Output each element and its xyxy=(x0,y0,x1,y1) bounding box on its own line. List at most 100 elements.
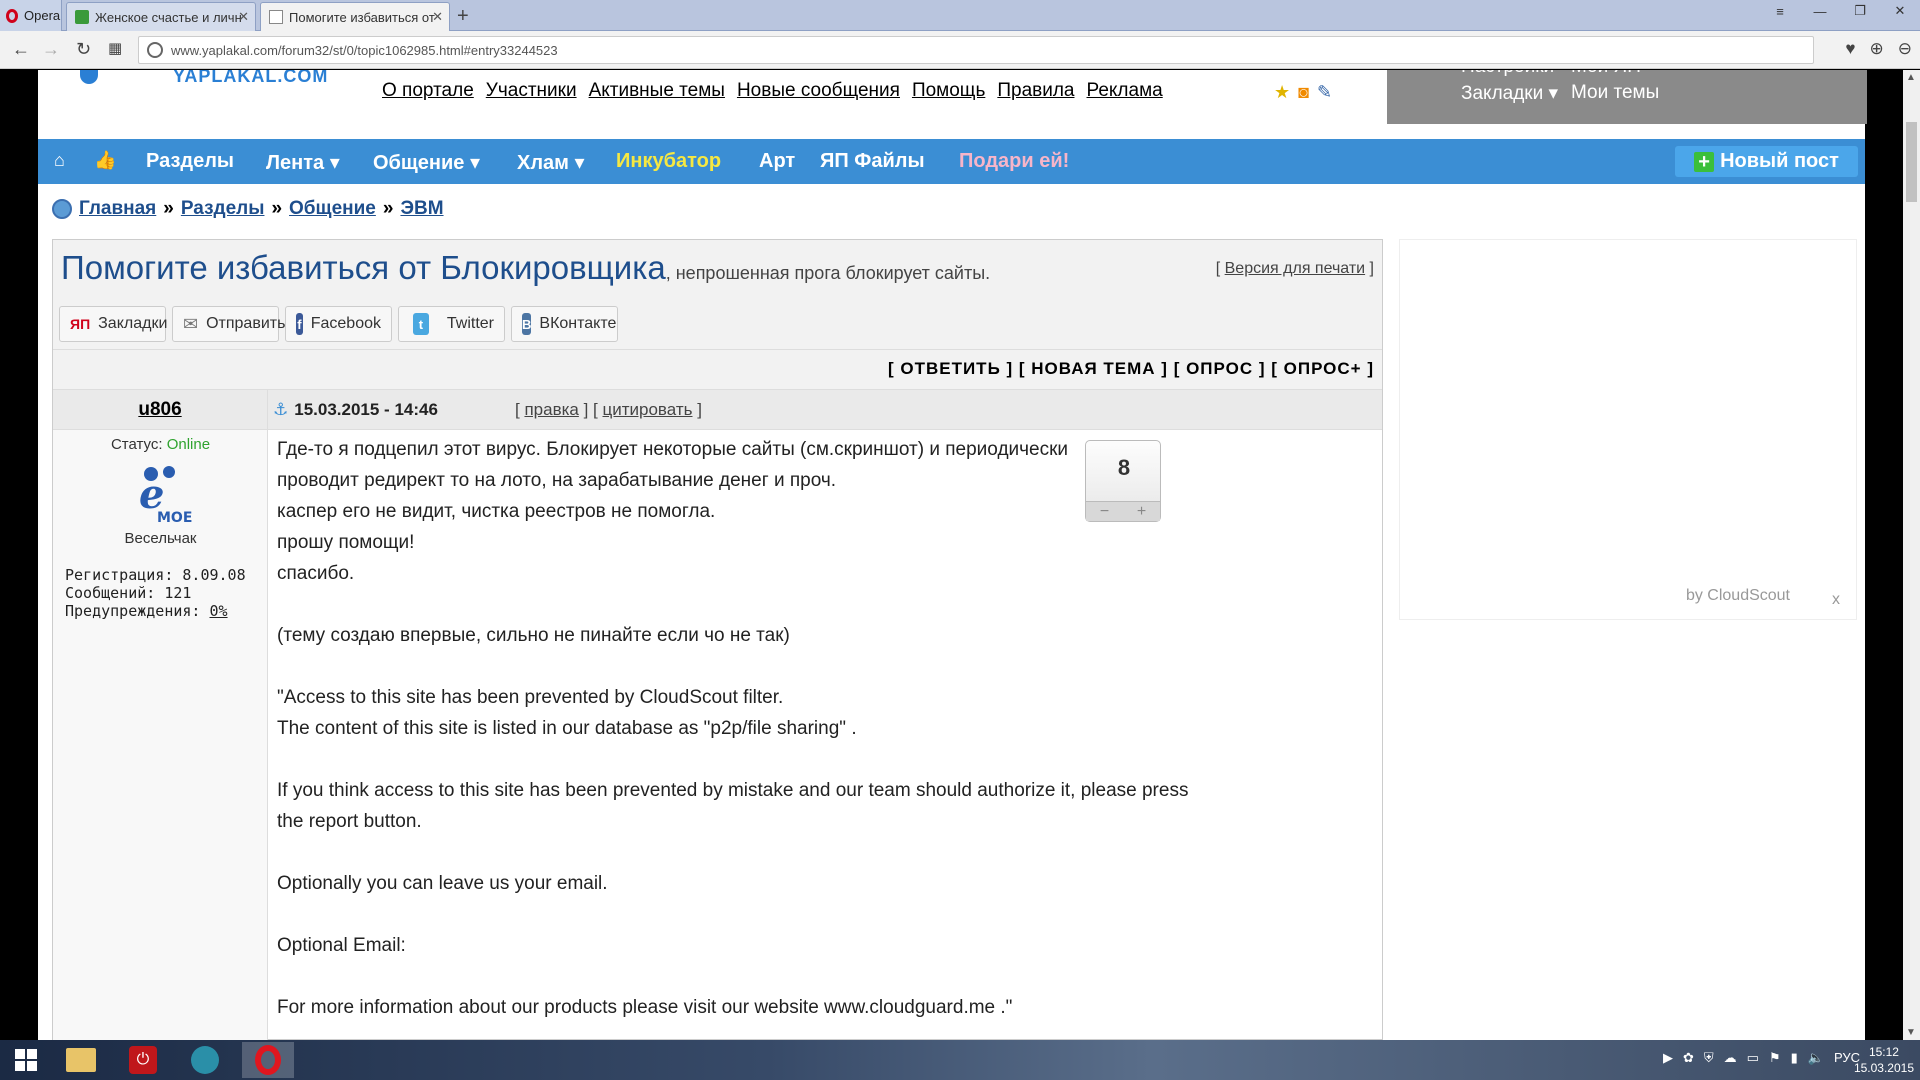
speed-dial-icon[interactable]: ▦ xyxy=(108,39,122,57)
tab-menu-icon[interactable]: ≡ xyxy=(1760,0,1800,22)
restore-icon[interactable]: ❐ xyxy=(1840,0,1880,22)
my-topics-link[interactable]: Мои темы xyxy=(1571,82,1659,104)
top-link[interactable]: Активные темы xyxy=(589,80,725,102)
quote-link[interactable]: цитировать xyxy=(603,400,693,419)
site-favicon-icon xyxy=(75,10,89,24)
breadcrumb-link[interactable]: Общение xyxy=(289,198,376,220)
close-tab-icon[interactable]: ✕ xyxy=(432,9,443,25)
forward-icon[interactable]: → xyxy=(42,39,60,60)
nav-item[interactable]: Общение ▾ xyxy=(373,150,480,175)
clock-date: 15.03.2015 xyxy=(1853,1061,1914,1075)
download-arrow-icon[interactable]: ⊖ xyxy=(1898,39,1912,59)
warnings-value[interactable]: 0% xyxy=(210,602,228,620)
address-bar-row: ← → ↻ ▦ www.yaplakal.com/forum32/st/0/to… xyxy=(0,31,1920,69)
nav-item[interactable]: Арт xyxy=(759,150,795,173)
close-window-icon[interactable]: ✕ xyxy=(1880,0,1920,22)
nav-item[interactable]: Инкубатор xyxy=(616,150,721,173)
heart-icon[interactable]: ♥ xyxy=(1845,39,1855,59)
user-stats: Регистрация: 8.09.08 Сообщений: 121 Пред… xyxy=(65,566,246,620)
settings-link[interactable]: Настройки xyxy=(1461,70,1554,78)
share-label: ВКонтакте xyxy=(539,315,617,332)
opera-taskbar-icon[interactable] xyxy=(242,1042,294,1078)
post-line: For more information about our products … xyxy=(277,997,1013,1018)
scroll-down-icon[interactable]: ▼ xyxy=(1906,1027,1916,1038)
yap-icon: ЯП xyxy=(70,316,91,332)
page-viewport: YAPLAKAL.COM О портале Участники Активны… xyxy=(0,70,1920,1040)
post-author[interactable]: u806 xyxy=(138,399,181,420)
rss-icon[interactable]: ◙ xyxy=(1298,82,1309,103)
top-link[interactable]: Помощь xyxy=(912,80,985,102)
taskbar-clock[interactable]: 15:12 15.03.2015 xyxy=(1854,1044,1914,1076)
post-blank-line xyxy=(277,961,1382,992)
tray-flag-icon[interactable]: ⚑ xyxy=(1769,1050,1781,1066)
share-vk-button[interactable]: B ВКонтакте xyxy=(511,306,618,342)
site-logo[interactable]: YAPLAKAL.COM xyxy=(173,70,328,87)
breadcrumb-sep: » xyxy=(163,198,174,219)
sync-app-taskbar-icon[interactable] xyxy=(182,1042,228,1078)
bookmarks-menu[interactable]: Закладки ▾ xyxy=(1461,82,1558,105)
download-icon[interactable]: ⊕ xyxy=(1870,39,1884,59)
nav-item[interactable]: ЯП Файлы xyxy=(820,150,925,173)
opera-label: Opera xyxy=(24,8,61,23)
envelope-icon: ✉ xyxy=(183,313,199,334)
share-bookmarks-button[interactable]: ЯП Закладки xyxy=(59,306,167,342)
post-line: спасибо. xyxy=(277,563,355,584)
thumbs-up-icon[interactable]: 👍 xyxy=(94,150,116,171)
nav-item[interactable]: Лента ▾ xyxy=(266,150,340,175)
home-icon[interactable]: ⌂ xyxy=(54,150,65,171)
scroll-up-icon[interactable]: ▲ xyxy=(1906,72,1916,83)
tray-app-icon[interactable]: ✿ xyxy=(1683,1050,1694,1066)
share-twitter-button[interactable]: t Twitter xyxy=(398,306,505,342)
rating-plus-button[interactable]: + xyxy=(1137,503,1146,521)
nav-item[interactable]: Разделы xyxy=(146,150,234,173)
url-field[interactable]: www.yaplakal.com/forum32/st/0/topic10629… xyxy=(138,36,1814,64)
new-post-button[interactable]: + Новый пост xyxy=(1675,146,1858,177)
share-mail-button[interactable]: ✉ Отправить xyxy=(172,306,285,342)
top-link[interactable]: Реклама xyxy=(1087,80,1163,102)
rating-minus-button[interactable]: − xyxy=(1100,503,1109,521)
edit-link[interactable]: правка xyxy=(524,400,578,419)
tray-volume-icon[interactable]: 🔈 xyxy=(1808,1050,1824,1066)
power-app-taskbar-icon[interactable]: ⏻ xyxy=(120,1042,166,1078)
my-yp-link[interactable]: Мой ЯП xyxy=(1571,70,1641,78)
topic-action-links[interactable]: [ ОТВЕТИТЬ ] [ НОВАЯ ТЕМА ] [ ОПРОС ] [ … xyxy=(888,359,1374,379)
ad-close-button[interactable]: x xyxy=(1832,591,1840,609)
tab-current[interactable]: Помогите избавиться от ✕ xyxy=(260,2,450,31)
close-tab-icon[interactable]: ✕ xyxy=(238,9,249,25)
explorer-taskbar-icon[interactable] xyxy=(58,1042,104,1078)
share-facebook-button[interactable]: f Facebook xyxy=(285,306,392,342)
tray-arrow-icon[interactable]: ▶ xyxy=(1663,1050,1673,1066)
start-button[interactable] xyxy=(6,1042,46,1078)
opera-menu-button[interactable]: Opera xyxy=(0,0,62,31)
top-link[interactable]: О портале xyxy=(382,80,474,102)
top-link[interactable]: Правила xyxy=(997,80,1074,102)
tray-network-icon[interactable]: ▮ xyxy=(1791,1050,1798,1066)
breadcrumb-link[interactable]: Главная xyxy=(79,198,156,220)
nav-item[interactable]: Хлам ▾ xyxy=(517,150,585,175)
share-label: Twitter xyxy=(446,315,494,332)
minimize-icon[interactable]: — xyxy=(1800,0,1840,22)
top-link[interactable]: Участники xyxy=(486,80,577,102)
tray-shield-icon[interactable]: ⛨ xyxy=(1704,1050,1714,1066)
tab-title: Помогите избавиться от xyxy=(289,9,435,25)
print-version-link[interactable]: Версия для печати xyxy=(1225,260,1365,277)
reload-icon[interactable]: ↻ xyxy=(76,39,91,60)
anchor-icon[interactable]: ⚓ xyxy=(273,400,288,419)
scroll-thumb[interactable] xyxy=(1906,122,1917,202)
post-rating: 8 − + xyxy=(1085,440,1161,522)
tab-zhenskoe[interactable]: Женское счастье и личн ✕ xyxy=(66,2,256,31)
breadcrumb-sep: » xyxy=(271,198,283,219)
tray-display-icon[interactable]: ▭ xyxy=(1747,1050,1759,1066)
star-icon[interactable]: ★ xyxy=(1274,82,1290,103)
page-scrollbar[interactable]: ▲ ▼ xyxy=(1903,70,1920,1040)
breadcrumb-link[interactable]: ЭВМ xyxy=(400,198,443,220)
new-tab-button[interactable]: + xyxy=(457,5,469,28)
pencil-icon[interactable]: ✎ xyxy=(1317,82,1332,103)
tray-cloud-icon[interactable]: ☁ xyxy=(1724,1050,1737,1066)
nav-item[interactable]: Подари ей! xyxy=(959,150,1069,173)
top-link[interactable]: Новые сообщения xyxy=(737,80,900,102)
breadcrumb-link[interactable]: Разделы xyxy=(181,198,265,220)
post-blank-line xyxy=(277,744,1382,775)
back-icon[interactable]: ← xyxy=(12,39,30,60)
system-tray: ▶ ✿ ⛨ ☁ ▭ ⚑ ▮ 🔈 РУС xyxy=(1663,1050,1860,1066)
